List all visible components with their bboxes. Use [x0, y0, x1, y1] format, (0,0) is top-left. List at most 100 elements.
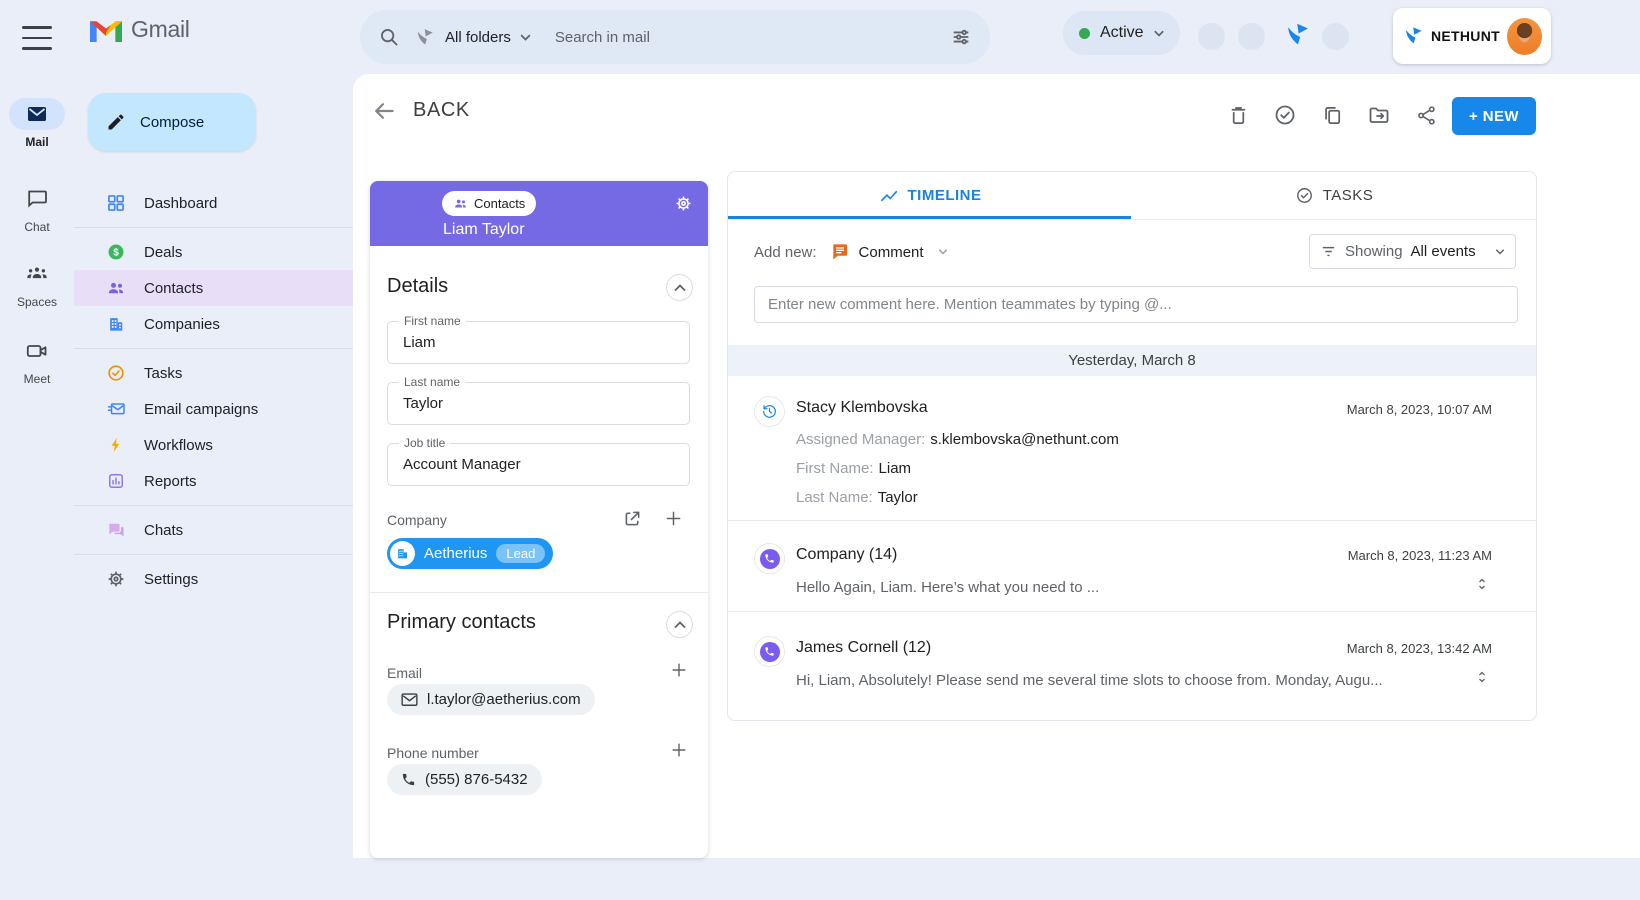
plus-icon	[669, 660, 689, 680]
sidebar-item-companies[interactable]: Companies	[74, 306, 353, 342]
folder-filter-label[interactable]: All folders	[445, 29, 511, 46]
gmail-m-icon	[90, 18, 122, 42]
hamburger-menu-button[interactable]	[22, 26, 52, 50]
sidebar-item-reports[interactable]: Reports	[74, 463, 353, 499]
topbar-placeholder-circle[interactable]	[1322, 23, 1349, 50]
sidebar-item-deals[interactable]: $ Deals	[74, 234, 353, 270]
sidebar-item-label: Tasks	[144, 364, 183, 382]
timeline-entry-message[interactable]: Company (14) March 8, 2023, 11:23 AM Hel…	[728, 521, 1536, 612]
search-icon[interactable]	[378, 26, 400, 48]
new-record-button[interactable]: + NEW	[1452, 97, 1536, 135]
filter-icon	[1320, 243, 1337, 260]
event-filter-dropdown[interactable]: Showing All events	[1309, 234, 1516, 269]
sidebar-item-label: Email campaigns	[144, 400, 259, 418]
nethunt-account-card[interactable]: NetHunt	[1393, 8, 1551, 64]
mark-done-button[interactable]	[1272, 102, 1298, 128]
envelope-icon	[401, 692, 418, 707]
chevron-up-icon	[673, 283, 686, 292]
rail-item-mail[interactable]: Mail	[0, 98, 74, 149]
timeline-entry-message[interactable]: James Cornell (12) March 8, 2023, 13:42 …	[728, 612, 1536, 720]
phone-chip[interactable]: (555) 876-5432	[387, 764, 542, 795]
deals-icon: $	[105, 242, 127, 262]
sidebar-item-label: Settings	[144, 570, 199, 588]
move-to-folder-button[interactable]	[1366, 102, 1392, 128]
active-tab-underline	[728, 216, 1131, 219]
expand-entry-button[interactable]	[1474, 668, 1490, 686]
comment-input[interactable]	[754, 286, 1518, 323]
reports-icon	[105, 471, 127, 491]
expand-entry-button[interactable]	[1474, 575, 1490, 593]
entry-preview: Hello Again, Liam. Here’s what you need …	[796, 579, 1100, 596]
history-icon	[754, 396, 785, 427]
rail-item-chat[interactable]: Chat	[0, 183, 74, 234]
collapse-primary-contacts-button[interactable]	[666, 611, 693, 638]
sidebar-item-dashboard[interactable]: Dashboard	[74, 185, 353, 221]
card-settings-button[interactable]	[674, 194, 693, 213]
nethunt-folder-icon[interactable]	[414, 27, 435, 48]
add-new-type-label[interactable]: Comment	[859, 244, 924, 261]
tab-timeline[interactable]: TIMELINE	[728, 172, 1132, 219]
email-campaigns-icon	[105, 399, 127, 419]
folder-move-icon	[1367, 103, 1391, 127]
status-dropdown[interactable]: Active	[1063, 11, 1180, 55]
search-options-icon[interactable]	[950, 26, 972, 48]
rail-label-mail: Mail	[25, 135, 49, 149]
left-rail: Mail Chat Spaces Meet	[0, 0, 74, 900]
field-value: Taylor	[877, 489, 918, 506]
timeline-panel: TIMELINE TASKS Add new: Comment Showing …	[727, 171, 1537, 721]
workflows-icon	[105, 435, 127, 455]
sidebar-item-label: Workflows	[144, 436, 213, 454]
sidebar-item-settings[interactable]: Settings	[74, 561, 353, 597]
sidebar-item-workflows[interactable]: Workflows	[74, 427, 353, 463]
collapse-details-button[interactable]	[666, 274, 693, 301]
compose-button[interactable]: Compose	[88, 93, 256, 151]
user-avatar[interactable]	[1506, 17, 1542, 55]
sidebar-item-label: Reports	[144, 472, 197, 490]
topbar-placeholder-circle[interactable]	[1238, 23, 1265, 50]
duplicate-button[interactable]	[1319, 102, 1345, 128]
email-chip[interactable]: l.taylor@aetherius.com	[387, 684, 595, 715]
back-button[interactable]	[371, 98, 397, 124]
chat-icon	[25, 187, 49, 211]
entry-field-row: First Name: Liam	[796, 460, 911, 477]
job-title-value: Account Manager	[403, 456, 521, 473]
add-email-button[interactable]	[669, 660, 689, 680]
sidebar-item-contacts[interactable]: Contacts	[74, 270, 353, 306]
main-panel: BACK + NEW Contacts Liam Taylor Details	[353, 74, 1640, 858]
phone-label: Phone number	[387, 745, 479, 761]
dashboard-icon	[105, 193, 127, 213]
record-type-badge[interactable]: Contacts	[442, 191, 537, 216]
sidebar-item-tasks[interactable]: Tasks	[74, 355, 353, 391]
first-name-field[interactable]: First name Liam	[387, 314, 690, 364]
contact-avatar[interactable]	[384, 190, 431, 237]
compose-label: Compose	[140, 113, 205, 131]
delete-button[interactable]	[1225, 102, 1251, 128]
tab-tasks[interactable]: TASKS	[1132, 172, 1536, 219]
topbar-placeholder-circle[interactable]	[1198, 23, 1225, 50]
company-chip[interactable]: Aetherius Lead	[387, 538, 554, 569]
rail-item-meet[interactable]: Meet	[0, 335, 74, 386]
rail-item-spaces[interactable]: Spaces	[0, 258, 74, 309]
job-title-field[interactable]: Job title Account Manager	[387, 436, 690, 486]
rail-label-spaces: Spaces	[16, 295, 58, 309]
nav-divider	[74, 227, 353, 228]
timeline-entry-field-change[interactable]: Stacy Klembovska March 8, 2023, 10:07 AM…	[728, 376, 1536, 521]
add-phone-button[interactable]	[669, 740, 689, 760]
mail-icon	[25, 102, 49, 126]
sidebar-item-chats[interactable]: Chats	[74, 512, 353, 548]
add-new-label: Add new:	[754, 243, 817, 261]
chevron-down-icon[interactable]	[938, 249, 948, 255]
nethunt-extension-icon[interactable]	[1283, 21, 1311, 49]
add-company-button[interactable]	[663, 508, 684, 529]
chevron-down-icon[interactable]	[520, 34, 531, 41]
contact-card-header: Contacts Liam Taylor	[370, 181, 708, 246]
gear-icon	[674, 194, 693, 213]
comment-icon[interactable]	[830, 242, 850, 262]
open-company-button[interactable]	[622, 508, 643, 529]
nav-divider	[74, 505, 353, 506]
rail-label-chat: Chat	[24, 220, 50, 234]
sidebar-item-email-campaigns[interactable]: Email campaigns	[74, 391, 353, 427]
search-input[interactable]	[554, 28, 950, 46]
last-name-field[interactable]: Last name Taylor	[387, 375, 690, 425]
share-button[interactable]	[1413, 102, 1439, 128]
